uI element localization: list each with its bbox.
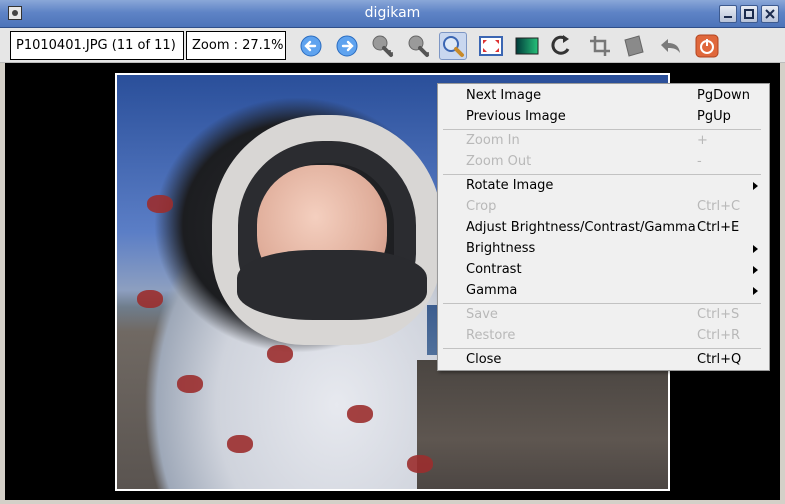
menu-item-rotate-image[interactable]: Rotate Image — [438, 176, 769, 197]
fullscreen-icon — [479, 36, 503, 56]
photo-pattern — [147, 195, 173, 213]
menu-item-label: Next Image — [466, 88, 542, 103]
submenu-arrow-icon — [753, 245, 758, 253]
submenu-arrow-icon — [753, 266, 758, 274]
menu-separator — [443, 303, 761, 304]
photo-pattern — [137, 290, 163, 308]
menu-item-shortcut: - — [697, 154, 702, 169]
menu-separator — [443, 174, 761, 175]
photo-scarf — [237, 250, 427, 320]
menu-item-label: Zoom Out — [466, 154, 532, 169]
menu-item-shortcut: + — [697, 133, 708, 148]
menu-item-crop[interactable]: Crop Ctrl+C — [438, 197, 769, 218]
photo-pattern — [407, 455, 433, 473]
menu-item-contrast[interactable]: Contrast — [438, 260, 769, 281]
menu-separator — [443, 129, 761, 130]
maximize-icon — [744, 9, 754, 19]
menu-separator — [443, 348, 761, 349]
previous-image-button[interactable] — [297, 32, 325, 60]
menu-item-shortcut: PgUp — [697, 109, 731, 124]
maximize-button[interactable] — [740, 5, 758, 23]
menu-item-label: Contrast — [466, 262, 522, 277]
menu-item-label: Gamma — [466, 283, 518, 298]
zoom-info-box: Zoom : 27.1% — [186, 31, 286, 60]
menu-item-label: Adjust Brightness/Contrast/Gamma — [466, 220, 696, 235]
fullscreen-button[interactable] — [477, 32, 505, 60]
shear-button[interactable] — [620, 32, 648, 60]
photo-pattern — [347, 405, 373, 423]
menu-item-shortcut: Ctrl+R — [697, 328, 741, 343]
undo-icon — [661, 39, 680, 53]
close-image-button[interactable] — [693, 32, 721, 60]
context-menu: Next Image PgDown Previous Image PgUp Zo… — [437, 83, 770, 371]
menu-item-label: Close — [466, 352, 502, 367]
toolbar: P1010401.JPG (11 of 11) Zoom : 27.1% — [0, 28, 785, 63]
menu-item-label: Save — [466, 307, 498, 322]
menu-item-label: Restore — [466, 328, 516, 343]
menu-item-shortcut: Ctrl+S — [697, 307, 740, 322]
menu-item-label: Zoom In — [466, 133, 520, 148]
close-window-button[interactable] — [761, 5, 779, 23]
arrow-right-icon — [336, 35, 358, 57]
photo-beach — [417, 360, 668, 489]
menu-item-zoom-in[interactable]: Zoom In + — [438, 131, 769, 152]
menu-item-gamma[interactable]: Gamma — [438, 281, 769, 302]
shear-icon — [624, 35, 644, 57]
menu-item-shortcut: PgDown — [697, 88, 750, 103]
zoom-autofit-button[interactable] — [439, 32, 467, 60]
photo-pattern — [227, 435, 253, 453]
menu-item-save[interactable]: Save Ctrl+S — [438, 305, 769, 326]
submenu-arrow-icon — [753, 182, 758, 190]
menu-item-zoom-out[interactable]: Zoom Out - — [438, 152, 769, 173]
magnifier-icon — [443, 36, 464, 57]
rotate-button[interactable] — [548, 32, 576, 60]
title-bar[interactable]: digikam — [0, 0, 785, 28]
color-gradient-icon — [515, 37, 539, 55]
menu-item-restore[interactable]: Restore Ctrl+R — [438, 326, 769, 347]
menu-item-next-image[interactable]: Next Image PgDown — [438, 86, 769, 107]
window-title: digikam — [364, 5, 421, 21]
crop-icon — [590, 36, 610, 56]
menu-item-label: Previous Image — [466, 109, 566, 124]
adjust-colors-button[interactable] — [513, 32, 541, 60]
menu-item-shortcut: Ctrl+C — [697, 199, 741, 214]
menu-item-brightness[interactable]: Brightness — [438, 239, 769, 260]
zoom-out-icon — [408, 35, 429, 57]
menu-item-previous-image[interactable]: Previous Image PgUp — [438, 107, 769, 128]
undo-button[interactable] — [656, 32, 684, 60]
menu-item-label: Brightness — [466, 241, 536, 256]
rotate-icon — [551, 35, 570, 55]
next-image-button[interactable] — [333, 32, 361, 60]
menu-item-close[interactable]: Close Ctrl+Q — [438, 350, 769, 371]
zoom-in-icon — [372, 35, 393, 57]
menu-item-label: Rotate Image — [466, 178, 554, 193]
crop-button[interactable] — [586, 32, 614, 60]
minimize-icon — [724, 16, 732, 18]
menu-item-adjust-bcg[interactable]: Adjust Brightness/Contrast/Gamma Ctrl+E — [438, 218, 769, 239]
menu-item-shortcut: Ctrl+E — [697, 220, 740, 235]
arrow-left-icon — [300, 35, 322, 57]
photo-pattern — [177, 375, 203, 393]
menu-item-shortcut: Ctrl+Q — [697, 352, 742, 367]
menu-item-label: Crop — [466, 199, 497, 214]
file-info-box: P1010401.JPG (11 of 11) — [10, 31, 184, 60]
zoom-in-button[interactable] — [368, 32, 396, 60]
zoom-out-button[interactable] — [404, 32, 432, 60]
minimize-button[interactable] — [719, 5, 737, 23]
power-icon — [695, 34, 719, 58]
close-icon — [765, 9, 775, 19]
photo-pattern — [267, 345, 293, 363]
submenu-arrow-icon — [753, 287, 758, 295]
